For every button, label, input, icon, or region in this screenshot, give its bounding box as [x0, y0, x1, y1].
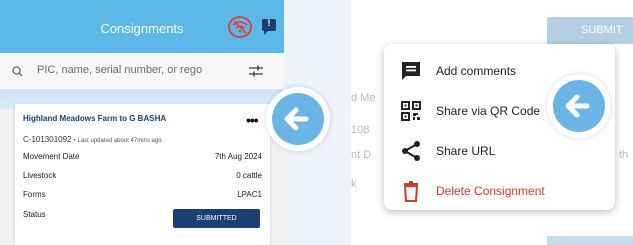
detail-row: Livestock 0 cattle — [23, 171, 262, 180]
last-updated: • Last updated about 47mins ago — [73, 138, 162, 144]
filter-icon[interactable] — [249, 65, 263, 77]
menu-item-delete[interactable]: Delete Consignment — [384, 170, 615, 210]
status-badge[interactable]: SUBMITTED — [173, 209, 260, 228]
pointer-arrow-icon — [266, 87, 330, 151]
consignment-card[interactable]: Highland Meadows Farm to G BASHA ••• C-1… — [15, 104, 270, 245]
background-text: d Me — [351, 92, 376, 104]
trash-icon — [403, 181, 419, 202]
pointer-arrow-icon — [547, 74, 611, 138]
card-title: Highland Meadows Farm to G BASHA — [23, 114, 167, 123]
serial-number: C-101301092 • Last updated about 47mins … — [23, 135, 162, 144]
comment-icon — [402, 62, 420, 80]
consignments-screen: Consignments ! PIC, name, serial number,… — [0, 0, 284, 245]
search-input[interactable]: PIC, name, serial number, or rego — [37, 64, 202, 76]
search-bar[interactable]: PIC, name, serial number, or rego — [0, 53, 284, 89]
notification-icon[interactable]: ! — [262, 18, 276, 35]
background-text: th — [619, 149, 629, 161]
background-text: 108 — [351, 124, 370, 136]
detail-row: Movement Date 7th Aug 2024 — [23, 152, 262, 161]
search-icon — [12, 66, 23, 77]
submit-button[interactable]: SUBMIT — [547, 17, 633, 44]
background-text: k — [351, 178, 357, 190]
bottom-button[interactable] — [547, 236, 633, 245]
top-app-bar: Consignments ! — [0, 0, 284, 53]
offline-icon[interactable] — [228, 16, 252, 38]
background-text: nt D — [351, 149, 372, 161]
share-icon — [402, 141, 420, 161]
qr-code-icon — [401, 101, 421, 121]
detail-row: Forms LPAC1 — [23, 190, 262, 199]
more-options-icon[interactable]: ••• — [246, 112, 259, 128]
